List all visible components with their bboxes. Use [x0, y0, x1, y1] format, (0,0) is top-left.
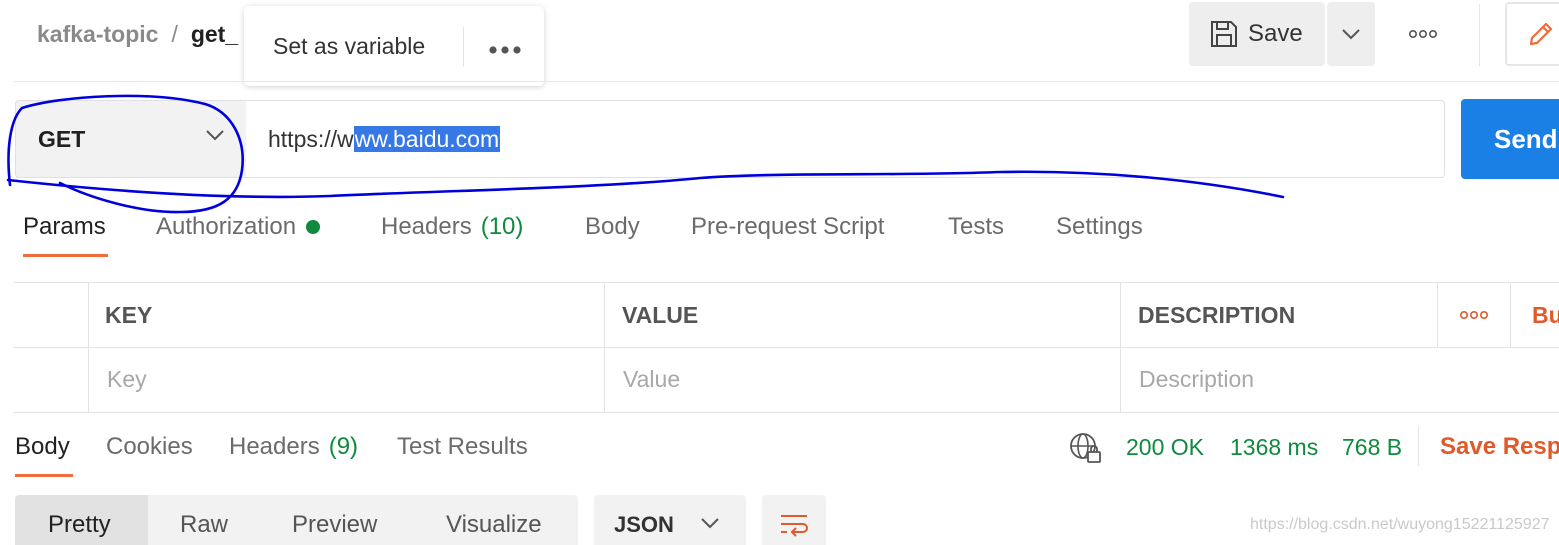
- column-header-key: KEY: [105, 301, 153, 328]
- response-tab-test-results[interactable]: Test Results: [397, 430, 528, 464]
- tab-headers-count: (10): [480, 213, 524, 240]
- watermark: https://blog.csdn.net/wuyong15221125927: [1250, 516, 1550, 533]
- tab-authorization-label: Authorization: [156, 213, 297, 240]
- tab-authorization[interactable]: Authorization: [156, 210, 321, 244]
- tab-headers[interactable]: Headers (10): [381, 210, 523, 244]
- tab-active-underline: [23, 254, 108, 257]
- body-mode-pretty[interactable]: Pretty: [48, 508, 111, 542]
- breadcrumb: kafka-topic / get_: [37, 18, 238, 50]
- table-col-divider: [1510, 282, 1511, 348]
- globe-lock-icon[interactable]: [1069, 431, 1103, 465]
- auth-status-dot: [306, 220, 321, 234]
- bulk-edit-link[interactable]: Bu: [1532, 300, 1559, 330]
- table-header-border: [14, 347, 1559, 348]
- response-tab-body-label: Body: [15, 433, 70, 460]
- response-tab-cookies[interactable]: Cookies: [106, 430, 193, 464]
- column-header-description: DESCRIPTION: [1138, 301, 1296, 328]
- response-time[interactable]: 1368 ms: [1230, 430, 1318, 464]
- tab-tests-label: Tests: [948, 213, 1005, 240]
- tab-body-label: Body: [585, 213, 640, 240]
- tab-pre-request-label: Pre-request Script: [691, 213, 885, 240]
- save-icon: [1211, 21, 1237, 47]
- response-divider: [1418, 426, 1419, 466]
- breadcrumb-separator: /: [171, 20, 178, 47]
- response-headers-count: (9): [328, 433, 359, 460]
- table-col-divider: [1437, 282, 1438, 348]
- column-header-value: VALUE: [622, 301, 699, 328]
- response-status[interactable]: 200 OK: [1126, 430, 1204, 464]
- key-input[interactable]: Key: [107, 364, 147, 394]
- table-bottom-border: [14, 412, 1559, 413]
- response-tab-headers-label: Headers: [229, 433, 320, 460]
- table-more-icon[interactable]: [1456, 300, 1492, 330]
- save-label: Save: [1248, 20, 1303, 47]
- response-tab-body[interactable]: Body: [15, 430, 70, 464]
- wrap-lines-button[interactable]: [762, 495, 826, 545]
- header-more-icon[interactable]: [1402, 18, 1444, 50]
- save-options-button[interactable]: [1327, 2, 1375, 66]
- response-tab-underline: [15, 474, 73, 477]
- body-mode-raw[interactable]: Raw: [180, 508, 228, 542]
- tab-settings[interactable]: Settings: [1056, 210, 1143, 244]
- table-top-border: [14, 282, 1559, 283]
- save-response-button[interactable]: Save Resp: [1440, 430, 1559, 464]
- set-as-variable-popup: Set as variable: [244, 6, 544, 86]
- response-tab-test-results-label: Test Results: [397, 433, 528, 460]
- breadcrumb-collection[interactable]: kafka-topic: [37, 21, 158, 48]
- url-selected-text: ww.baidu.com: [353, 125, 501, 152]
- url-input[interactable]: https://www.baidu.com: [246, 100, 1445, 178]
- response-tab-headers[interactable]: Headers (9): [229, 430, 358, 464]
- response-size[interactable]: 768 B: [1342, 430, 1402, 464]
- edit-button[interactable]: [1505, 2, 1559, 66]
- table-col-divider: [604, 282, 605, 413]
- chevron-down-icon: [1342, 29, 1360, 40]
- breadcrumb-request-name[interactable]: get_: [191, 21, 238, 48]
- body-mode-preview[interactable]: Preview: [292, 508, 377, 542]
- chevron-down-icon: [701, 518, 719, 529]
- body-mode-visualize[interactable]: Visualize: [446, 508, 542, 542]
- tab-headers-label: Headers: [381, 213, 472, 240]
- popup-more-icon[interactable]: [487, 32, 523, 60]
- wrap-lines-icon: [781, 515, 808, 537]
- tab-pre-request-script[interactable]: Pre-request Script: [691, 210, 884, 244]
- set-as-variable-button[interactable]: Set as variable: [273, 33, 425, 60]
- body-format-select[interactable]: JSON: [594, 495, 746, 545]
- tab-settings-label: Settings: [1056, 213, 1143, 240]
- save-button[interactable]: Save: [1189, 2, 1325, 66]
- method-label: GET: [38, 125, 86, 152]
- send-button[interactable]: Send: [1461, 99, 1559, 179]
- tab-tests[interactable]: Tests: [948, 210, 1004, 244]
- description-input[interactable]: Description: [1139, 364, 1254, 394]
- header-divider: [1479, 4, 1480, 66]
- tab-body[interactable]: Body: [585, 210, 640, 244]
- url-prefix: https://w: [268, 125, 354, 152]
- header-divider-line: [14, 81, 1559, 82]
- edit-pencil-icon: [1529, 22, 1553, 46]
- table-col-divider: [1120, 282, 1121, 413]
- table-col-divider: [88, 282, 89, 413]
- popup-divider: [463, 27, 464, 67]
- chevron-down-icon: [206, 130, 224, 141]
- url-text: https://www.baidu.com: [268, 125, 501, 153]
- method-select[interactable]: GET: [15, 100, 247, 178]
- value-input[interactable]: Value: [623, 364, 680, 394]
- tab-params-label: Params: [23, 213, 106, 240]
- tab-params[interactable]: Params: [23, 210, 106, 244]
- response-tab-cookies-label: Cookies: [106, 433, 193, 460]
- body-format-label: JSON: [614, 512, 674, 537]
